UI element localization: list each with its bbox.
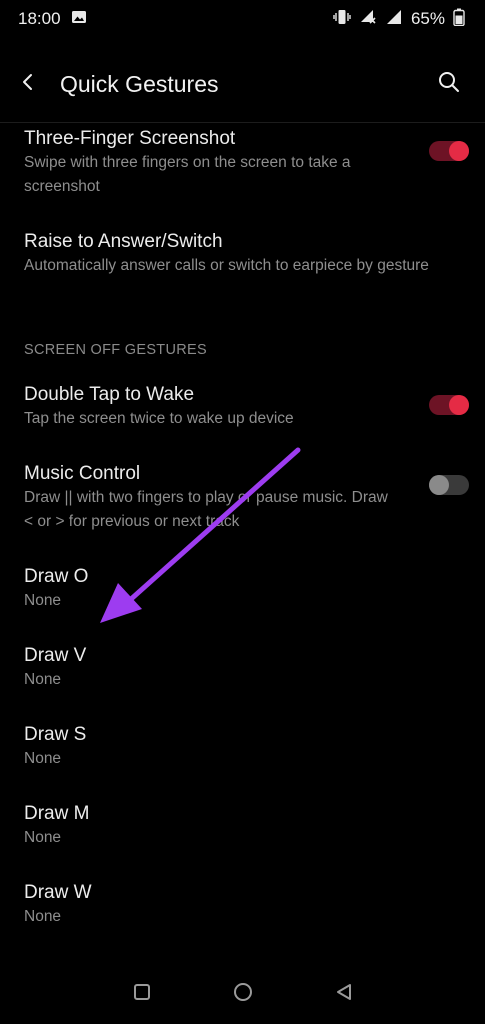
setting-title: Double Tap to Wake [24,384,195,405]
status-time: 18:00 [18,9,61,28]
setting-subtitle: Swipe with three fingers on the screen t… [24,154,351,195]
page-title: Quick Gestures [60,70,219,97]
setting-double-tap-to-wake[interactable]: Double Tap to Wake Tap the screen twice … [24,383,464,431]
setting-subtitle: None [24,750,62,767]
setting-draw-w[interactable]: Draw W None [24,881,464,929]
setting-three-finger-screenshot[interactable]: Three-Finger Screenshot Swipe with three… [24,127,464,199]
setting-draw-v[interactable]: Draw V None [24,644,464,692]
setting-raise-to-answer[interactable]: Raise to Answer/Switch Automatically ans… [24,230,464,278]
image-icon [71,9,87,30]
wifi-off-icon [359,8,377,31]
battery-percent: 65% [410,9,445,28]
setting-title: Draw S [24,724,87,745]
header-divider [0,122,485,123]
setting-subtitle: None [24,592,62,609]
back-button[interactable] [20,64,46,104]
battery-icon [453,8,465,31]
toggle-knob [429,475,449,495]
navigation-bar [0,964,485,1024]
setting-title: Draw O [24,566,89,587]
status-bar: 18:00 65% [0,0,485,38]
toggle-knob [449,395,469,415]
setting-draw-s[interactable]: Draw S None [24,723,464,771]
search-button[interactable] [429,64,469,104]
music-control-toggle[interactable] [429,475,469,495]
home-icon[interactable] [232,981,254,1008]
nav-back-icon[interactable] [334,982,354,1007]
setting-subtitle: None [24,671,62,688]
recents-icon[interactable] [132,982,152,1007]
three-finger-screenshot-toggle[interactable] [429,141,469,161]
setting-music-control[interactable]: Music Control Draw || with two fingers t… [24,462,464,534]
double-tap-to-wake-toggle[interactable] [429,395,469,415]
search-icon [437,70,461,99]
section-header-screen-off: SCREEN OFF GESTURES [24,342,207,358]
setting-subtitle: Draw || with two fingers to play or paus… [24,489,388,530]
setting-title: Draw W [24,882,92,903]
setting-subtitle: Tap the screen twice to wake up device [24,410,294,427]
back-icon [20,72,34,97]
setting-draw-o[interactable]: Draw O None [24,565,464,613]
setting-title: Three-Finger Screenshot [24,128,236,149]
setting-subtitle: None [24,829,62,846]
setting-title: Draw M [24,803,90,824]
setting-subtitle: Automatically answer calls or switch to … [24,257,429,274]
setting-title: Raise to Answer/Switch [24,231,223,252]
app-header: Quick Gestures [0,56,485,112]
toggle-knob [449,141,469,161]
setting-subtitle: None [24,908,62,925]
setting-title: Music Control [24,463,141,484]
signal-icon [385,8,403,31]
setting-title: Draw V [24,645,87,666]
vibrate-icon [333,8,351,31]
setting-draw-m[interactable]: Draw M None [24,802,464,850]
